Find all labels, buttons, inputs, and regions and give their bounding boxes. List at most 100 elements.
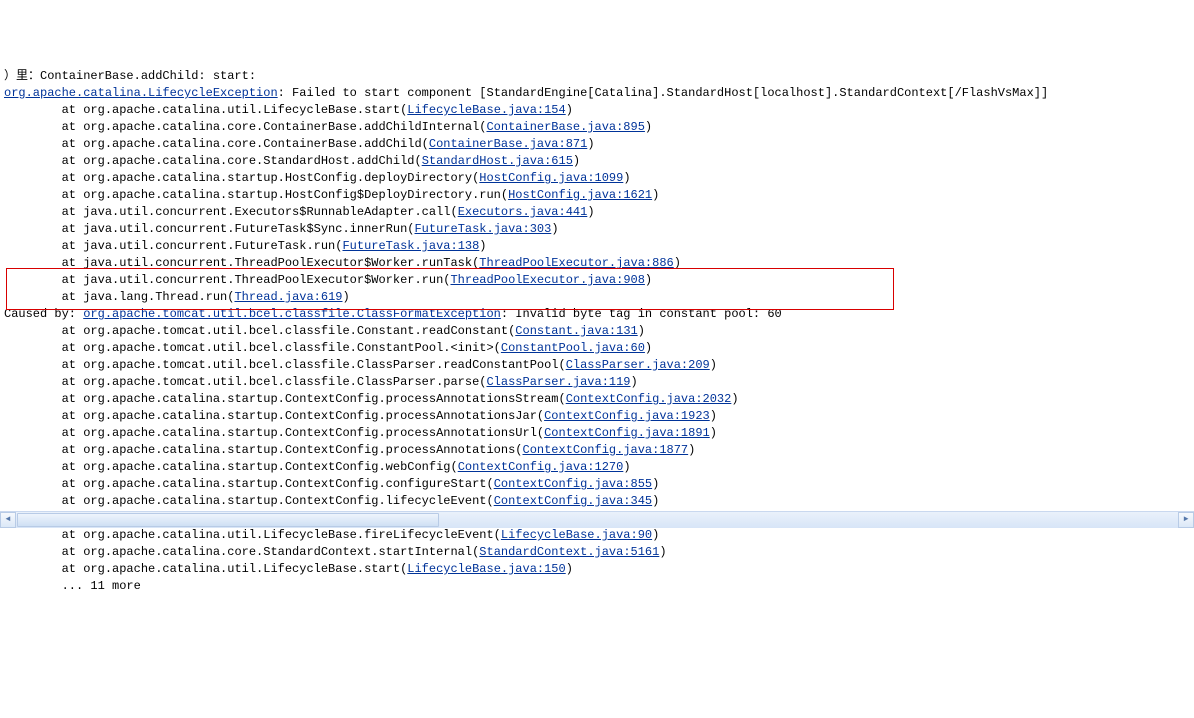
scrollbar-thumb[interactable] [17, 513, 439, 527]
at-prefix: at [4, 290, 83, 304]
exception-message: : Failed to start component [StandardEng… [278, 86, 1049, 100]
frame-text: java.util.concurrent.FutureTask.run( [83, 239, 342, 253]
source-link[interactable]: ThreadPoolExecutor.java:908 [450, 273, 644, 287]
at-prefix: at [4, 494, 83, 508]
frame-text: org.apache.catalina.util.LifecycleBase.s… [83, 562, 407, 576]
at-prefix: at [4, 460, 83, 474]
frame-end: ) [587, 137, 594, 151]
at-prefix: at [4, 477, 83, 491]
frame-end: ) [652, 494, 659, 508]
source-link[interactable]: ClassParser.java:119 [486, 375, 630, 389]
frame-end: ) [623, 171, 630, 185]
frame-text: org.apache.catalina.core.StandardContext… [83, 545, 479, 559]
frame-text: org.apache.catalina.core.ContainerBase.a… [83, 120, 486, 134]
source-link[interactable]: LifecycleBase.java:150 [407, 562, 565, 576]
at-prefix: at [4, 545, 83, 559]
horizontal-scrollbar[interactable]: ◄ ► [0, 511, 1194, 528]
frame-end: ) [638, 324, 645, 338]
at-prefix: at [4, 528, 83, 542]
source-link[interactable]: LifecycleBase.java:90 [501, 528, 652, 542]
source-link[interactable]: FutureTask.java:138 [342, 239, 479, 253]
at-prefix: at [4, 137, 83, 151]
frame-text: org.apache.catalina.startup.ContextConfi… [83, 426, 544, 440]
source-link[interactable]: ContextConfig.java:1877 [523, 443, 689, 457]
frame-text: org.apache.catalina.core.StandardHost.ad… [83, 154, 421, 168]
frame-text: org.apache.catalina.startup.ContextConfi… [83, 392, 565, 406]
at-prefix: at [4, 409, 83, 423]
frame-end: ) [479, 239, 486, 253]
at-prefix: at [4, 120, 83, 134]
frame-text: java.util.concurrent.ThreadPoolExecutor$… [83, 273, 450, 287]
header-line-0: ）里：ContainerBase.addChild: start: [4, 69, 256, 83]
at-prefix: at [4, 154, 83, 168]
at-prefix: at [4, 341, 83, 355]
source-link[interactable]: ContextConfig.java:855 [494, 477, 652, 491]
frame-text: org.apache.catalina.util.LifecycleBase.f… [83, 528, 501, 542]
source-link[interactable]: Constant.java:131 [515, 324, 637, 338]
scroll-right-icon[interactable]: ► [1178, 512, 1194, 528]
frame-end: ) [587, 205, 594, 219]
source-link[interactable]: StandardHost.java:615 [422, 154, 573, 168]
source-link[interactable]: ContextConfig.java:1270 [458, 460, 624, 474]
at-prefix: at [4, 443, 83, 457]
frame-end: ) [566, 562, 573, 576]
frame-end: ) [688, 443, 695, 457]
cause-message: : Invalid byte tag in constant pool: 60 [501, 307, 782, 321]
frame-text: java.lang.Thread.run( [83, 290, 234, 304]
frame-end: ) [652, 477, 659, 491]
source-link[interactable]: ContextConfig.java:2032 [566, 392, 732, 406]
frame-text: org.apache.tomcat.util.bcel.classfile.Co… [83, 324, 515, 338]
source-link[interactable]: FutureTask.java:303 [414, 222, 551, 236]
scroll-left-icon[interactable]: ◄ [0, 512, 16, 528]
source-link[interactable]: ConstantPool.java:60 [501, 341, 645, 355]
frame-end: ) [710, 409, 717, 423]
frame-end: ) [645, 341, 652, 355]
frame-end: ) [659, 545, 666, 559]
frame-end: ) [342, 290, 349, 304]
at-prefix: at [4, 188, 83, 202]
frame-text: org.apache.tomcat.util.bcel.classfile.Co… [83, 341, 501, 355]
frame-end: ) [623, 460, 630, 474]
at-prefix: at [4, 256, 83, 270]
frame-end: ) [645, 120, 652, 134]
exception-class-link[interactable]: org.apache.catalina.LifecycleException [4, 86, 278, 100]
frame-text: org.apache.catalina.startup.ContextConfi… [83, 409, 544, 423]
source-link[interactable]: Executors.java:441 [458, 205, 588, 219]
frame-end: ) [652, 528, 659, 542]
at-prefix: at [4, 392, 83, 406]
frame-end: ) [551, 222, 558, 236]
at-prefix: at [4, 375, 83, 389]
frame-end: ) [652, 188, 659, 202]
source-link[interactable]: HostConfig.java:1099 [479, 171, 623, 185]
cause-class-link[interactable]: org.apache.tomcat.util.bcel.classfile.Cl… [83, 307, 501, 321]
frame-text: org.apache.catalina.util.LifecycleBase.s… [83, 103, 407, 117]
frame-text: org.apache.tomcat.util.bcel.classfile.Cl… [83, 375, 486, 389]
frame-end: ) [566, 103, 573, 117]
source-link[interactable]: Thread.java:619 [234, 290, 342, 304]
at-prefix: at [4, 222, 83, 236]
caused-by-prefix: Caused by: [4, 307, 83, 321]
frame-text: org.apache.catalina.startup.ContextConfi… [83, 494, 493, 508]
source-link[interactable]: StandardContext.java:5161 [479, 545, 659, 559]
source-link[interactable]: ThreadPoolExecutor.java:886 [479, 256, 673, 270]
frame-text: org.apache.catalina.startup.ContextConfi… [83, 460, 457, 474]
frame-text: java.util.concurrent.FutureTask$Sync.inn… [83, 222, 414, 236]
frame-text: org.apache.tomcat.util.bcel.classfile.Cl… [83, 358, 565, 372]
more-frames: ... 11 more [4, 579, 141, 593]
frame-text: org.apache.catalina.core.ContainerBase.a… [83, 137, 429, 151]
source-link[interactable]: HostConfig.java:1621 [508, 188, 652, 202]
source-link[interactable]: ContextConfig.java:345 [494, 494, 652, 508]
source-link[interactable]: ContainerBase.java:895 [486, 120, 644, 134]
at-prefix: at [4, 205, 83, 219]
at-prefix: at [4, 273, 83, 287]
source-link[interactable]: ContextConfig.java:1891 [544, 426, 710, 440]
source-link[interactable]: ContainerBase.java:871 [429, 137, 587, 151]
source-link[interactable]: LifecycleBase.java:154 [407, 103, 565, 117]
frame-text: java.util.concurrent.Executors$RunnableA… [83, 205, 457, 219]
frame-end: ) [645, 273, 652, 287]
source-link[interactable]: ClassParser.java:209 [566, 358, 710, 372]
source-link[interactable]: ContextConfig.java:1923 [544, 409, 710, 423]
at-prefix: at [4, 103, 83, 117]
frame-end: ) [731, 392, 738, 406]
frame-end: ) [710, 426, 717, 440]
